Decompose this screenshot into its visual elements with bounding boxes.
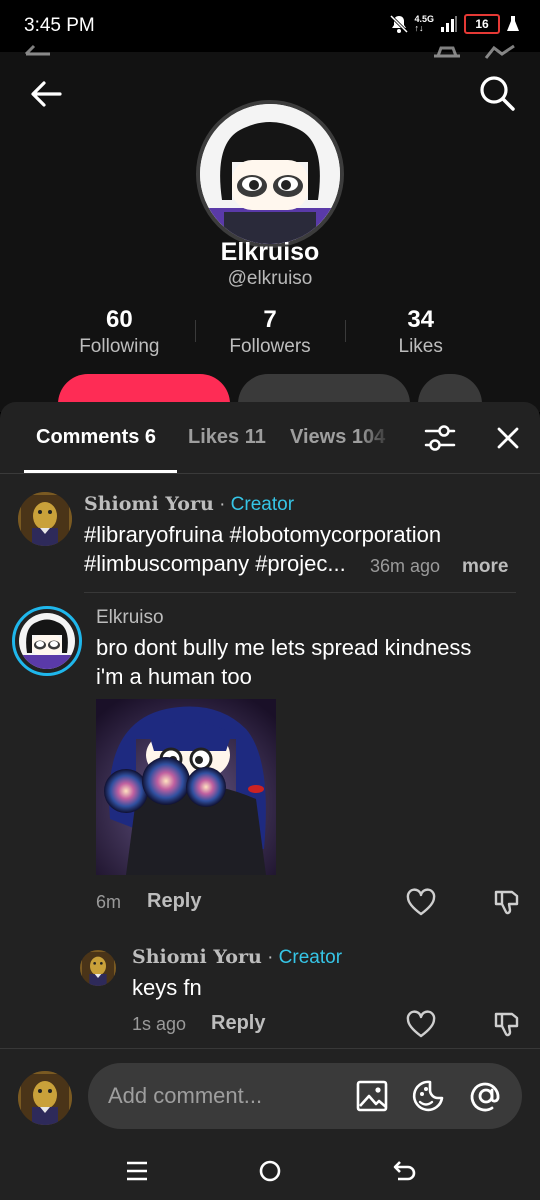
at-mention-icon	[470, 1082, 500, 1112]
creator-badge: Creator	[230, 494, 295, 515]
stat-value: 34	[407, 306, 435, 333]
signal-icon	[441, 16, 457, 32]
comment-time: 6m	[96, 892, 122, 912]
image-icon	[356, 1080, 388, 1112]
close-sheet-button[interactable]	[492, 422, 524, 454]
stat-label: Following	[79, 336, 160, 357]
profile-username: @elkruiso	[227, 268, 313, 289]
avatar-image	[80, 950, 116, 986]
separator-dot: ·	[219, 494, 226, 515]
comment-composer	[0, 1048, 540, 1140]
recents-button[interactable]	[122, 1156, 152, 1186]
back-button[interactable]	[28, 76, 64, 112]
comment-tabs: Comments 6 Likes 11 Views 104	[0, 402, 540, 474]
tab-active-indicator	[24, 470, 177, 473]
dislike-button[interactable]	[492, 888, 522, 918]
commenter-avatar[interactable]	[18, 492, 72, 546]
stat-followers[interactable]: 7 Followers	[194, 306, 346, 358]
my-avatar	[18, 1071, 72, 1125]
system-nav-bar	[0, 1140, 540, 1200]
comment-text-line: bro dont bully me lets spread kindness	[96, 635, 472, 660]
search-button[interactable]	[478, 74, 516, 112]
comment-text-line: i'm a human too	[96, 664, 252, 689]
comment-text-line: #limbuscompany #projec...	[84, 551, 346, 576]
comment-input[interactable]	[108, 1077, 348, 1115]
comment-divider	[84, 592, 516, 593]
dislike-button[interactable]	[492, 1010, 522, 1040]
search-icon	[480, 76, 515, 111]
stat-following[interactable]: 60 Following	[44, 306, 195, 358]
heart-icon	[406, 888, 436, 916]
stat-likes[interactable]: 34 Likes	[345, 306, 496, 358]
profile-display-name: Elkruiso	[220, 238, 320, 266]
filter-button[interactable]	[422, 420, 458, 456]
commenter-avatar[interactable]	[12, 606, 82, 676]
avatar-image	[18, 1071, 72, 1125]
home-button[interactable]	[255, 1156, 285, 1186]
mention-button[interactable]	[468, 1078, 504, 1114]
sliders-icon	[424, 425, 456, 451]
profile-header: Elkruiso @elkruiso 60 Following 7 Follow…	[0, 44, 540, 434]
more-link[interactable]: more	[462, 556, 508, 578]
battery-indicator: 16	[464, 14, 500, 34]
system-back-button[interactable]	[390, 1156, 420, 1186]
comment-author[interactable]: Shiomi Yoru · Creator	[84, 493, 294, 516]
network-indicator: 4.5G ↑↓	[414, 14, 434, 33]
menu-lines-icon	[127, 1161, 147, 1181]
ghost-share-icon	[484, 44, 515, 59]
stat-label: Followers	[229, 336, 311, 357]
separator-dot: ·	[267, 947, 274, 968]
close-icon	[497, 427, 519, 449]
author-name: Elkruiso	[96, 607, 164, 628]
profile-stats: 60 Following 7 Followers 34 Likes	[44, 306, 496, 358]
ghost-bell-icon	[434, 46, 460, 58]
status-time: 3:45 PM	[24, 15, 95, 36]
tab-likes[interactable]: Likes 11	[188, 426, 266, 449]
thumbs-down-icon	[494, 1012, 519, 1037]
sticker-button[interactable]	[410, 1078, 446, 1114]
reply-button[interactable]: Reply	[147, 890, 201, 913]
stat-value: 7	[263, 306, 277, 333]
avatar-image	[18, 492, 72, 546]
ghost-back-icon	[24, 44, 50, 56]
creator-badge: Creator	[278, 947, 343, 968]
author-name: Shiomi Yoru	[132, 946, 262, 968]
bell-muted-icon	[390, 14, 409, 34]
comment-time: 36m ago	[370, 556, 441, 576]
image-button[interactable]	[354, 1078, 390, 1114]
profile-avatar[interactable]	[196, 100, 344, 248]
reply-button[interactable]: Reply	[211, 1012, 265, 1035]
comment-input-container[interactable]	[88, 1063, 522, 1129]
tab-comments[interactable]: Comments 6	[36, 426, 156, 449]
status-icons: 4.5G ↑↓ 16	[390, 14, 520, 34]
reply-time: 1s ago	[132, 1014, 187, 1034]
flask-icon	[507, 16, 519, 31]
like-button[interactable]	[406, 888, 436, 918]
comment-image[interactable]	[96, 699, 276, 875]
stat-value: 60	[105, 306, 133, 333]
commenter-avatar[interactable]	[80, 950, 116, 986]
avatar-image	[200, 104, 340, 244]
back-return-icon	[393, 1161, 416, 1181]
emoji-sticker-icon	[412, 1080, 444, 1112]
reply-author[interactable]: Shiomi Yoru · Creator	[132, 946, 342, 969]
heart-icon	[406, 1010, 436, 1038]
tabs-fade	[360, 416, 400, 460]
home-circle-icon	[259, 1160, 281, 1182]
stat-label: Likes	[398, 336, 443, 357]
reply-text: keys fn	[132, 975, 202, 1000]
comment-author[interactable]: Elkruiso	[96, 607, 164, 629]
comment-text-line: #libraryofruina #lobotomycorporation	[84, 522, 442, 547]
attached-picture	[96, 699, 276, 875]
avatar-image	[19, 613, 75, 669]
like-button[interactable]	[406, 1010, 436, 1040]
author-name: Shiomi Yoru	[84, 493, 214, 515]
thumbs-down-icon	[494, 890, 519, 915]
arrow-left-icon	[31, 81, 62, 107]
